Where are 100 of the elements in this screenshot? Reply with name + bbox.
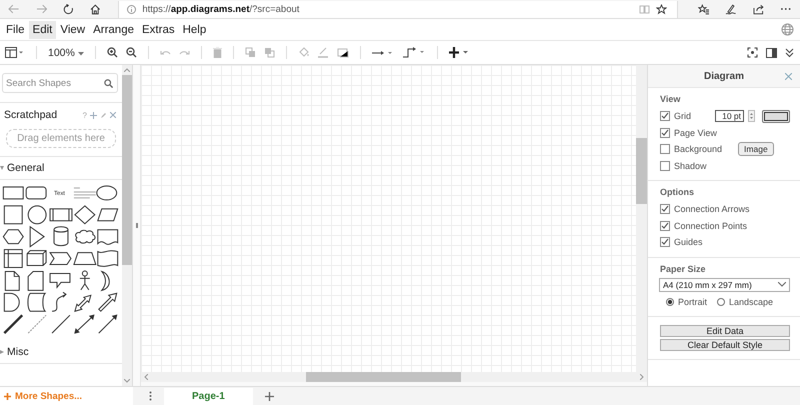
url-text: https://app.diagrams.net/?src=about (142, 4, 300, 14)
document-shape-icon[interactable] (97, 229, 118, 245)
parallelogram-shape-icon[interactable] (97, 208, 118, 222)
delay-shape-icon[interactable] (4, 292, 20, 312)
checkbox[interactable] (660, 237, 670, 248)
zoom-dropdown[interactable]: 100% (48, 46, 84, 58)
checkbox[interactable] (660, 128, 670, 138)
step-shape-icon[interactable] (49, 252, 72, 265)
actor-shape-icon[interactable] (79, 270, 90, 290)
internal-storage-shape-icon[interactable] (4, 249, 23, 268)
square-shape-icon[interactable] (4, 205, 23, 224)
checkbox-label[interactable]: Grid (674, 111, 692, 122)
scrollbar-thumb[interactable] (306, 372, 461, 382)
pen-icon[interactable] (725, 4, 737, 14)
ellipse-shape-icon[interactable] (96, 185, 118, 200)
insert-plus-icon[interactable] (448, 47, 471, 58)
caret-icon[interactable] (0, 166, 4, 170)
triangle-shape-icon[interactable] (30, 226, 45, 248)
double-arrow-shape-icon[interactable] (74, 294, 92, 312)
circle-shape-icon[interactable] (28, 205, 47, 224)
zoom-out-icon[interactable] (126, 47, 137, 58)
hexagon-shape-icon[interactable] (2, 229, 24, 244)
globe-icon[interactable] (781, 23, 794, 36)
image-button[interactable]: Image (738, 142, 774, 156)
diamond-shape-icon[interactable] (74, 205, 96, 224)
process-shape-icon[interactable] (50, 208, 72, 222)
bidirectional-line-shape-icon[interactable] (74, 314, 94, 334)
zoom-in-icon[interactable] (106, 47, 118, 58)
waypoints-icon[interactable] (402, 47, 426, 58)
panel-layout-icon[interactable] (5, 47, 25, 58)
menu-item[interactable]: Help (178, 20, 210, 38)
panel-button[interactable]: Edit Data (660, 325, 790, 337)
page-menu-icon[interactable] (149, 391, 152, 401)
refresh-icon[interactable] (63, 4, 74, 14)
page-tab[interactable]: Page-1 (164, 388, 253, 404)
favorites-icon[interactable] (698, 4, 710, 14)
scrollbar-thumb[interactable] (122, 75, 132, 265)
cylinder-shape-icon[interactable] (54, 226, 68, 246)
data-storage-shape-icon[interactable] (27, 292, 46, 312)
more-icon[interactable] (780, 7, 792, 11)
section-title[interactable]: Misc (7, 346, 29, 358)
checkbox[interactable] (660, 220, 670, 231)
panel-button[interactable]: Clear Default Style (660, 339, 790, 351)
checkbox-label[interactable]: Shadow (674, 160, 707, 171)
rectangle-shape-icon[interactable] (2, 186, 24, 200)
menu-item[interactable]: File (2, 20, 29, 38)
checkbox[interactable] (660, 160, 670, 171)
scrollbar-thumb[interactable] (636, 138, 647, 204)
block-arrow-shape-icon[interactable] (98, 292, 118, 312)
note-shape-icon[interactable] (4, 270, 20, 291)
menu-item[interactable]: Edit (28, 20, 56, 38)
search-field[interactable]: Search Shapes (2, 73, 118, 93)
checkbox-label[interactable]: Background (674, 144, 722, 154)
trapezoid-shape-icon[interactable] (73, 252, 96, 265)
grid-color-button[interactable] (762, 110, 790, 123)
rounded-rectangle-shape-icon[interactable] (26, 186, 47, 200)
line-shape-icon[interactable] (52, 314, 70, 334)
menu-item[interactable]: Arrange (89, 20, 138, 38)
radio-label[interactable]: Landscape (729, 296, 774, 307)
section-title[interactable]: Scratchpad (4, 109, 58, 121)
checkbox[interactable] (660, 144, 670, 154)
curve-arrow-shape-icon[interactable] (52, 292, 66, 312)
checkbox-label[interactable]: Page View (674, 128, 717, 138)
or-shape-icon[interactable] (101, 270, 110, 291)
star-icon[interactable] (656, 4, 667, 14)
splitter-handle[interactable] (136, 223, 138, 228)
checkbox[interactable] (660, 111, 670, 122)
radio-button[interactable] (666, 298, 674, 306)
paper-size-dropdown[interactable]: A4 (210 mm x 297 mm) (659, 278, 790, 292)
menu-item[interactable]: View (56, 20, 90, 38)
thick-line-shape-icon[interactable] (3, 314, 24, 334)
cloud-shape-icon[interactable] (75, 230, 96, 244)
tape-shape-icon[interactable] (97, 250, 118, 267)
card-shape-icon[interactable] (28, 270, 44, 291)
caret-icon[interactable] (0, 350, 4, 354)
checkbox-label[interactable]: Guides (674, 237, 703, 248)
fullscreen-icon[interactable] (747, 47, 758, 58)
checkbox-label[interactable]: Connection Arrows (674, 204, 750, 214)
directed-line-shape-icon[interactable] (98, 314, 118, 334)
checkbox-label[interactable]: Connection Points (674, 220, 748, 231)
grid-size-field[interactable]: 10 pt (715, 110, 744, 122)
cube-shape-icon[interactable] (26, 250, 47, 266)
section-title[interactable]: General (7, 162, 44, 174)
radio-button[interactable] (717, 298, 726, 306)
fill-color-icon[interactable] (298, 47, 309, 58)
menu-item[interactable]: Extras (138, 20, 179, 38)
address-bar[interactable]: https://app.diagrams.net/?src=about (118, 0, 678, 18)
line-color-icon[interactable] (316, 47, 329, 58)
search-icon (104, 78, 113, 88)
shadow-icon[interactable] (336, 48, 349, 58)
callout-shape-icon[interactable] (50, 272, 70, 289)
radio-label[interactable]: Portrait (678, 296, 708, 307)
format-panel-icon[interactable] (766, 48, 777, 58)
add-page-icon[interactable] (264, 392, 274, 400)
share-icon[interactable] (752, 4, 764, 14)
spinner-icon[interactable] (748, 110, 755, 122)
connection-icon[interactable] (372, 48, 394, 56)
collapse-icon[interactable] (785, 48, 794, 58)
home-icon[interactable] (90, 4, 100, 14)
checkbox[interactable] (660, 204, 670, 214)
